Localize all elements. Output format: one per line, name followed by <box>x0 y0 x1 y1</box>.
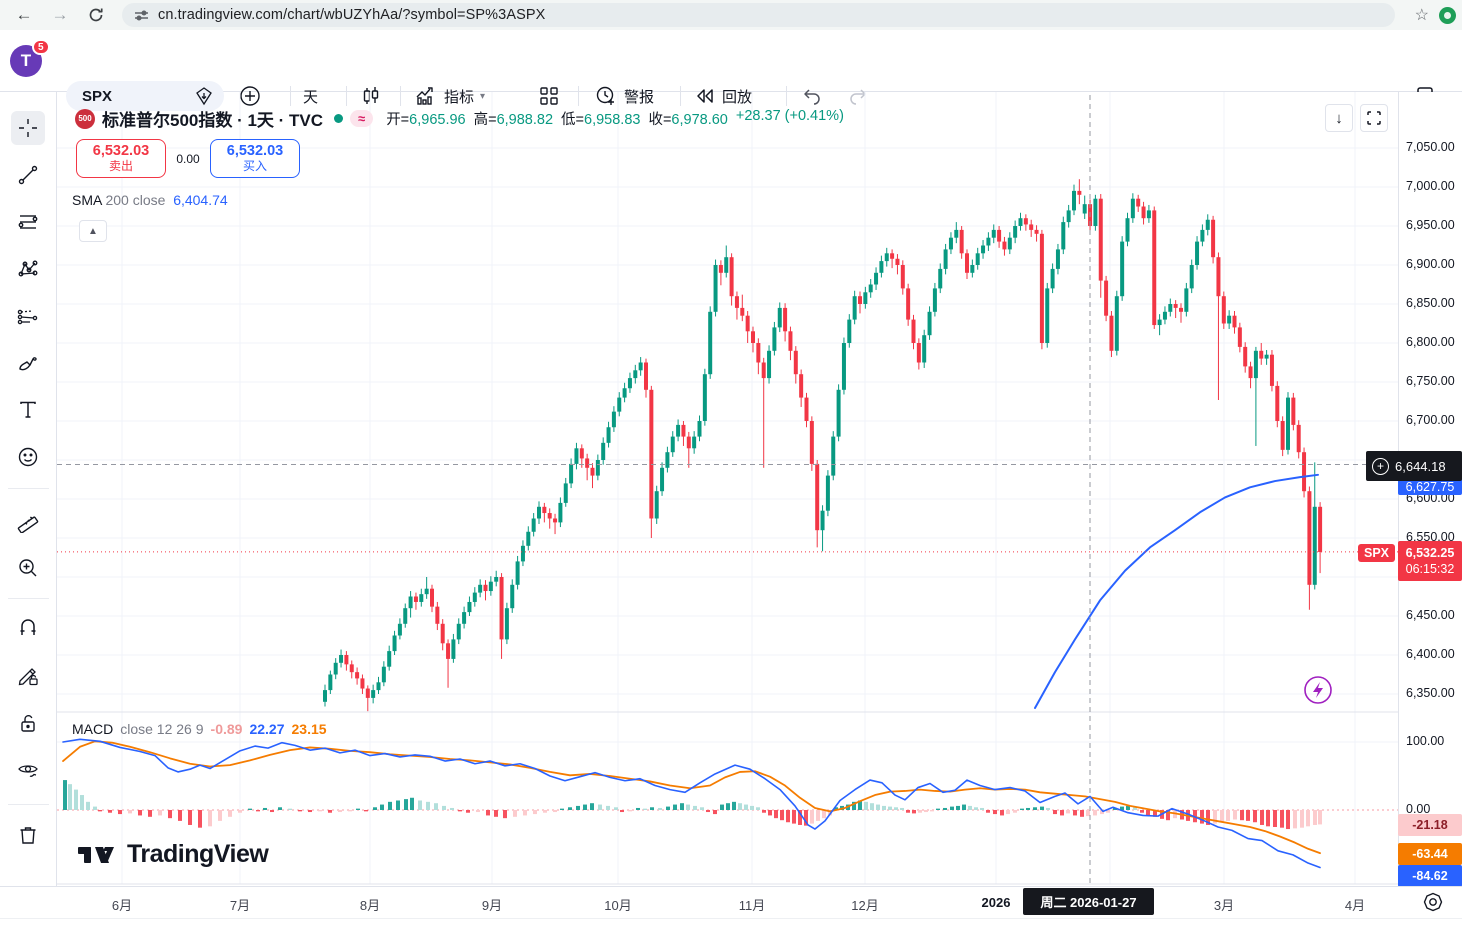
zoom-in-tool-button[interactable] <box>11 551 45 585</box>
spread-value: 0.00 <box>176 151 200 166</box>
symbol-legend[interactable]: 500 标准普尔500指数 · 1天 · TVC ≈ 开=6,965.96 高=… <box>75 106 844 131</box>
price-axis-label: 6,700.00 <box>1406 413 1455 427</box>
price-axis-label: 6,950.00 <box>1406 218 1455 232</box>
address-bar[interactable]: cn.tradingview.com/chart/wbUZYhAa/?symbo… <box>122 3 1395 27</box>
last-price-tag: 6,532.25 06:15:32 <box>1398 541 1462 581</box>
tradingview-logo[interactable]: TradingView <box>78 840 269 869</box>
sma-legend[interactable]: SMA 200 close 6,404.74 <box>72 192 228 208</box>
spx-price-line-chip: SPX <box>1358 544 1396 562</box>
collapse-legend-button[interactable]: ▲ <box>79 220 107 242</box>
price-axis-label: 7,000.00 <box>1406 179 1455 193</box>
chart-pane[interactable] <box>57 92 1398 886</box>
hide-drawings-button[interactable] <box>11 753 45 787</box>
trend-line-tool-button[interactable] <box>11 158 45 192</box>
price-axis-label: 7,050.00 <box>1406 140 1455 154</box>
add-alert-plus-icon[interactable]: + <box>1372 457 1389 475</box>
macd-axis-label: 100.00 <box>1406 734 1445 748</box>
tradingview-mark-icon <box>78 846 114 863</box>
bottom-strip <box>0 918 1462 931</box>
symbol-title: 标准普尔500指数 · 1天 · TVC <box>102 111 324 130</box>
measure-tool-button[interactable] <box>11 504 45 538</box>
bar-countdown: 06:15:32 <box>1405 562 1455 576</box>
magnet-tool-button[interactable] <box>11 612 45 646</box>
time-axis[interactable]: 周二 2026-01-27 6月 7月 8月 9月 10月 11月 12月 2026 3月 4月 <box>0 886 1462 918</box>
forecast-tool-button[interactable] <box>11 299 45 333</box>
price-axis-label: 6,800.00 <box>1406 335 1455 349</box>
price-axis-label: 6,900.00 <box>1406 257 1455 271</box>
time-axis-label: 11月 <box>738 898 766 913</box>
price-axis-label: 6,450.00 <box>1406 608 1455 622</box>
ohlc-values: 开=6,965.96 高=6,988.82 低=6,958.83 收=6,978… <box>386 108 844 128</box>
tune-icon <box>135 9 148 21</box>
forward-icon[interactable]: → <box>48 3 72 27</box>
url-text: cn.tradingview.com/chart/wbUZYhAa/?symbo… <box>158 7 546 23</box>
notification-badge: 5 <box>32 39 50 55</box>
drawing-sidebar <box>0 92 57 931</box>
macd-legend[interactable]: MACD close 12 26 9 -0.89 22.27 23.15 <box>72 721 327 737</box>
price-axis-label: 6,750.00 <box>1406 374 1455 388</box>
remove-drawings-button[interactable] <box>11 818 45 852</box>
scroll-to-recent-button[interactable]: ↓ <box>1325 104 1353 132</box>
pattern-tool-button[interactable] <box>11 252 45 286</box>
time-axis-label: 6月 <box>111 898 133 913</box>
emoji-tool-button[interactable] <box>11 440 45 474</box>
bookmark-star-icon[interactable]: ☆ <box>1415 5 1429 25</box>
text-tool-button[interactable] <box>11 393 45 427</box>
lock-drawings-button[interactable] <box>11 706 45 740</box>
fib-retracement-tool-button[interactable] <box>11 205 45 239</box>
trade-buttons: 6,532.03 卖出 0.00 6,532.03 买入 <box>76 139 300 178</box>
time-settings-icon[interactable] <box>1422 891 1444 913</box>
sell-button[interactable]: 6,532.03 卖出 <box>76 139 166 178</box>
approx-badge: ≈ <box>350 110 374 127</box>
time-axis-label: 10月 <box>604 898 632 913</box>
price-axis-label: 6,400.00 <box>1406 647 1455 661</box>
tradingview-chart-page: { "browser": { "url": "cn.tradingview.co… <box>0 0 1462 931</box>
maximize-pane-button[interactable] <box>1360 104 1388 132</box>
extension-icon[interactable] <box>1439 6 1456 24</box>
time-axis-label: 3月 <box>1213 898 1235 913</box>
time-axis-label: 12月 <box>851 898 879 913</box>
reload-icon[interactable] <box>84 3 108 27</box>
time-axis-label: 8月 <box>359 898 381 913</box>
price-axis-label: 6,350.00 <box>1406 686 1455 700</box>
chart-toolbar: T 5 SPX 天 指标 ▾ 警报 回放 <box>0 30 1462 111</box>
macd-line-value-tag: -84.62 <box>1398 865 1462 887</box>
drawing-mode-button[interactable] <box>11 659 45 693</box>
time-axis-label: 9月 <box>481 898 503 913</box>
change-value: +28.37 (+0.41%) <box>735 108 844 124</box>
sp500-badge: 500 <box>75 108 95 129</box>
candlestick-chart[interactable] <box>57 92 1398 886</box>
macd-signal-value-tag: -63.44 <box>1398 843 1462 865</box>
time-axis-label: 7月 <box>229 898 251 913</box>
price-axis-label: 6,850.00 <box>1406 296 1455 310</box>
buy-button[interactable]: 6,532.03 买入 <box>210 139 300 178</box>
maximize-icon <box>1367 111 1381 125</box>
crosshair-date-tooltip: 周二 2026-01-27 <box>1023 888 1154 915</box>
time-axis-label: 2026 <box>981 895 1011 910</box>
time-axis-label: 4月 <box>1344 898 1366 913</box>
back-icon[interactable]: ← <box>12 3 36 27</box>
market-status-icon <box>334 114 344 123</box>
crosshair-price-tag: + 6,644.18 <box>1366 451 1462 481</box>
browser-bar: ← → cn.tradingview.com/chart/wbUZYhAa/?s… <box>0 0 1462 30</box>
macd-hist-value-tag: -21.18 <box>1398 814 1462 836</box>
brush-tool-button[interactable] <box>11 346 45 380</box>
crosshair-tool-button[interactable] <box>11 111 45 145</box>
